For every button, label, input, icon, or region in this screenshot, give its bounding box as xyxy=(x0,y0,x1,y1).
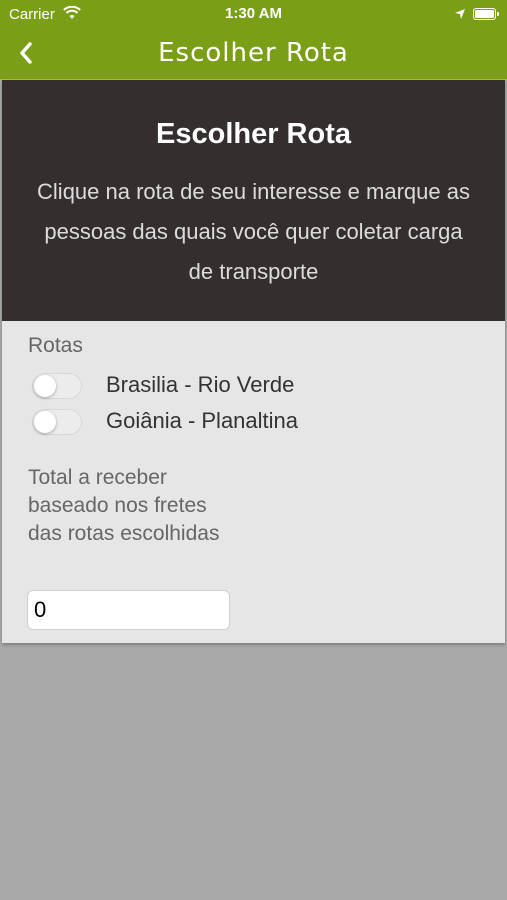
clock: 1:30 AM xyxy=(225,5,282,22)
total-input[interactable] xyxy=(27,590,230,630)
route-item-goiania-planaltina[interactable]: Goiânia - Planaltina xyxy=(32,406,372,436)
route-toggle[interactable] xyxy=(32,409,82,435)
toggle-knob xyxy=(34,375,56,397)
routes-section-label: Rotas xyxy=(28,334,83,357)
banner-title: Escolher Rota xyxy=(156,118,351,150)
status-bar: Carrier 1:30 AM xyxy=(0,0,507,28)
nav-title: Escolher Rota xyxy=(158,38,349,68)
route-label: Goiânia - Planaltina xyxy=(106,408,299,433)
battery-icon xyxy=(473,8,499,20)
route-label: Brasilia - Rio Verde xyxy=(106,372,295,397)
total-label: Total a receber baseado nos fretes das r… xyxy=(28,466,220,545)
info-banner: Escolher Rota Clique na rota de seu inte… xyxy=(2,80,505,321)
route-panel: Escolher Rota Clique na rota de seu inte… xyxy=(2,80,505,643)
route-toggle[interactable] xyxy=(32,373,82,399)
location-icon xyxy=(454,7,466,24)
toggle-knob xyxy=(34,411,56,433)
route-item-brasilia-rio-verde[interactable]: Brasilia - Rio Verde xyxy=(32,370,372,400)
navigation-bar: Escolher Rota xyxy=(0,28,507,79)
banner-description: Clique na rota de seu interesse e marque… xyxy=(37,179,470,284)
